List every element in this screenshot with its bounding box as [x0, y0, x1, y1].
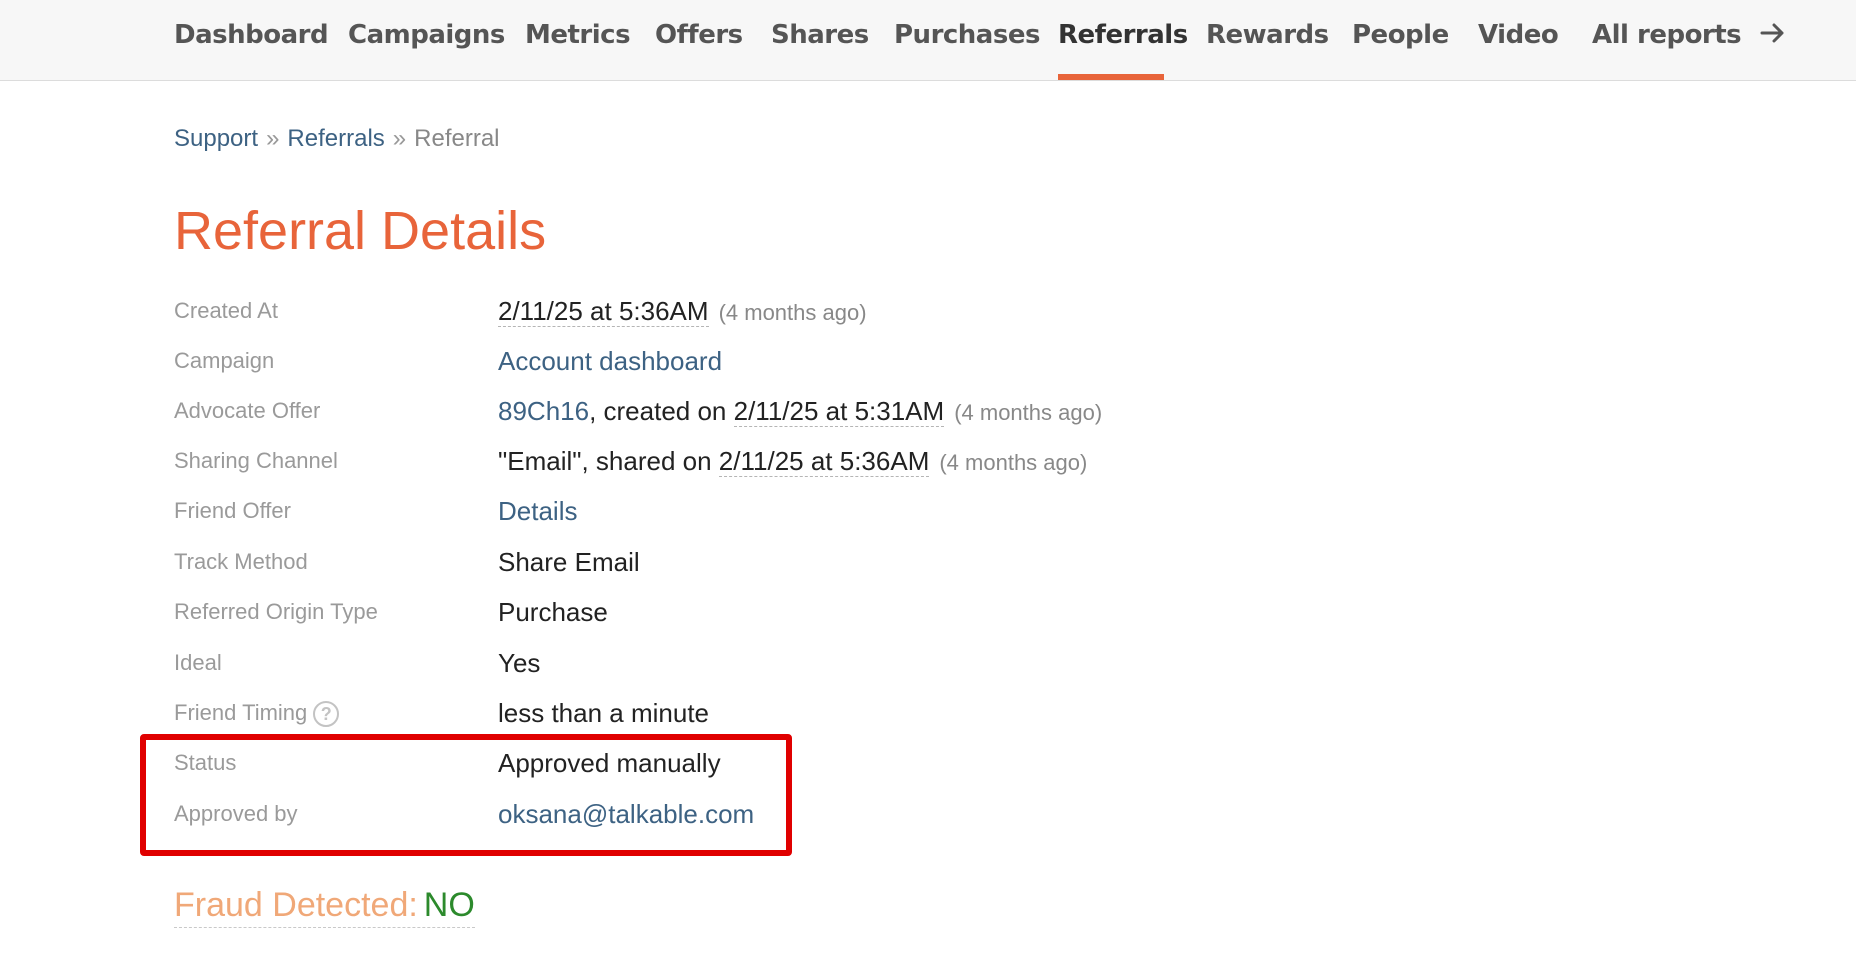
active-tab-indicator [1058, 74, 1164, 80]
track-method-value: Share Email [498, 547, 640, 577]
nav-video[interactable]: Video [1478, 20, 1559, 50]
track-method-label: Track Method [174, 549, 308, 574]
nav-all-reports[interactable]: All reports [1592, 20, 1786, 51]
sharing-channel-text: "Email", shared on [498, 446, 719, 476]
breadcrumb-current: Referral [414, 125, 500, 152]
fraud-detected-value: NO [423, 886, 475, 924]
fraud-detected-toggle[interactable]: Fraud Detected: NO [174, 886, 475, 928]
breadcrumb: Support » Referrals » Referral [174, 125, 500, 153]
advocate-offer-date: 2/11/25 at 5:31AM [733, 396, 945, 427]
highlight-box [140, 734, 792, 856]
friend-offer-label: Friend Offer [174, 498, 291, 523]
nav-campaigns[interactable]: Campaigns [348, 20, 505, 50]
friend-timing-label: Friend Timing [174, 700, 308, 725]
top-navigation: Dashboard Campaigns Metrics Offers Share… [0, 0, 1856, 81]
sharing-channel-ago: (4 months ago) [939, 450, 1088, 475]
nav-offers[interactable]: Offers [655, 20, 743, 50]
detail-row-referred-origin-type: Referred Origin Type Purchase [174, 597, 1674, 647]
sharing-channel-date: 2/11/25 at 5:36AM [718, 446, 930, 477]
nav-shares[interactable]: Shares [771, 20, 869, 50]
nav-dashboard[interactable]: Dashboard [174, 20, 329, 50]
ideal-label: Ideal [174, 650, 222, 675]
page-title: Referral Details [174, 201, 547, 261]
created-at-date: 2/11/25 at 5:36AM [498, 296, 709, 327]
nav-people[interactable]: People [1352, 20, 1449, 50]
referred-origin-type-value: Purchase [498, 597, 608, 627]
detail-row-friend-offer: Friend Offer Details [174, 496, 1674, 546]
campaign-link[interactable]: Account dashboard [498, 346, 722, 376]
detail-row-advocate-offer: Advocate Offer 89Ch16, created on 2/11/2… [174, 396, 1674, 446]
detail-row-ideal: Ideal Yes [174, 648, 1674, 698]
detail-row-created-at: Created At 2/11/25 at 5:36AM (4 months ag… [174, 296, 1674, 346]
referred-origin-type-label: Referred Origin Type [174, 599, 378, 624]
advocate-offer-link[interactable]: 89Ch16 [498, 396, 589, 426]
help-icon[interactable]: ? [313, 701, 340, 728]
advocate-offer-ago: (4 months ago) [954, 400, 1103, 425]
detail-row-track-method: Track Method Share Email [174, 547, 1674, 597]
arrow-right-icon [1760, 21, 1786, 51]
friend-timing-value: less than a minute [498, 698, 710, 728]
campaign-label: Campaign [174, 348, 275, 373]
advocate-offer-text: , created on [589, 396, 734, 426]
nav-rewards[interactable]: Rewards [1206, 20, 1329, 50]
detail-row-sharing-channel: Sharing Channel "Email", shared on 2/11/… [174, 446, 1674, 496]
ideal-value: Yes [498, 648, 541, 678]
nav-referrals[interactable]: Referrals [1058, 20, 1188, 50]
advocate-offer-label: Advocate Offer [174, 398, 321, 423]
created-at-ago: (4 months ago) [718, 300, 867, 325]
breadcrumb-separator: » [266, 125, 280, 152]
sharing-channel-label: Sharing Channel [174, 448, 338, 473]
friend-offer-details-link[interactable]: Details [498, 496, 577, 526]
breadcrumb-support[interactable]: Support [174, 125, 258, 152]
nav-all-reports-label: All reports [1592, 20, 1742, 50]
created-at-label: Created At [174, 298, 278, 323]
breadcrumb-referrals[interactable]: Referrals [287, 125, 384, 152]
nav-purchases[interactable]: Purchases [894, 20, 1040, 50]
detail-row-campaign: Campaign Account dashboard [174, 346, 1674, 396]
nav-metrics[interactable]: Metrics [525, 20, 631, 50]
friend-timing-label-wrap: Friend Timing? [174, 700, 340, 728]
breadcrumb-separator: » [392, 125, 407, 152]
fraud-detected-label: Fraud Detected: [174, 886, 418, 924]
created-at-value: 2/11/25 at 5:36AM (4 months ago) [498, 296, 867, 327]
advocate-offer-value: 89Ch16, created on 2/11/25 at 5:31AM (4 m… [498, 396, 1102, 427]
sharing-channel-value: "Email", shared on 2/11/25 at 5:36AM (4 m… [498, 446, 1087, 477]
